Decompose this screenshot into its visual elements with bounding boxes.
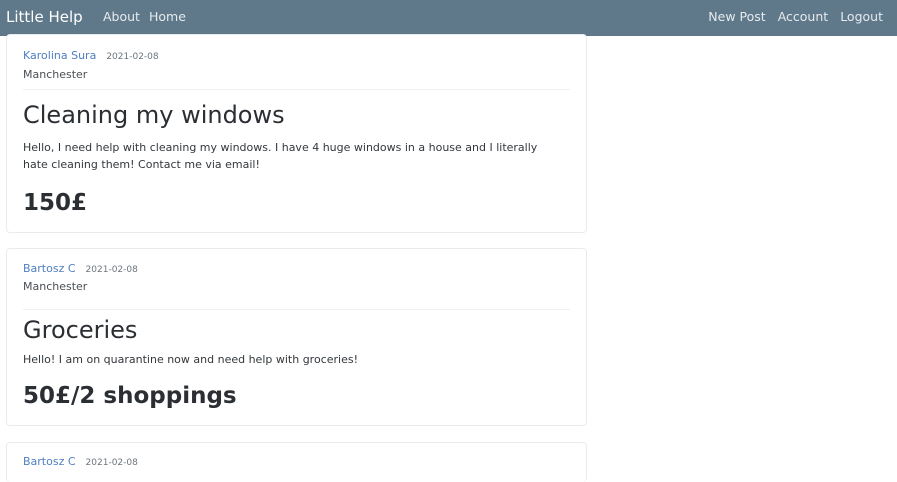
post-meta: Bartosz C 2021-02-08 <box>23 455 138 468</box>
nav-logout-link[interactable]: Logout <box>840 9 883 25</box>
post-content: Hello, I need help with cleaning my wind… <box>23 141 538 171</box>
post-meta: Bartosz C 2021-02-08 <box>23 262 138 275</box>
post-price: 150£ <box>23 190 88 216</box>
post-content: Hello! I am on quarantine now and need h… <box>23 353 358 366</box>
post-location: Manchester <box>23 68 88 81</box>
post-meta: Karolina Sura 2021-02-08 <box>23 49 159 62</box>
nav-left-links: About Home <box>103 9 186 25</box>
nav-account-link[interactable]: Account <box>778 9 828 25</box>
post-date: 2021-02-08 <box>85 458 138 468</box>
nav-home-link[interactable]: Home <box>149 9 186 25</box>
post-location: Manchester <box>23 280 88 293</box>
post-author-link[interactable]: Karolina Sura <box>23 49 96 62</box>
post-card: Bartosz C 2021-02-08 <box>6 442 587 482</box>
post-date: 2021-02-08 <box>85 265 138 275</box>
nav-new-post-link[interactable]: New Post <box>708 9 765 25</box>
post-divider <box>23 89 570 90</box>
post-divider <box>23 309 570 310</box>
nav-about-link[interactable]: About <box>103 9 140 25</box>
nav-right-links: New Post Account Logout <box>708 9 883 25</box>
post-author-link[interactable]: Bartosz C <box>23 455 76 468</box>
post-date: 2021-02-08 <box>106 52 159 62</box>
brand-logo-link[interactable]: Little Help <box>6 7 83 27</box>
post-card: Bartosz C 2021-02-08 Manchester Grocerie… <box>6 248 587 426</box>
post-price: 50£/2 shoppings <box>23 383 237 409</box>
top-navbar: Little Help About Home New Post Account … <box>0 0 897 36</box>
post-card: Karolina Sura 2021-02-08 Manchester Clea… <box>6 34 587 233</box>
post-author-link[interactable]: Bartosz C <box>23 262 76 275</box>
post-title-link[interactable]: Groceries <box>23 316 137 344</box>
post-title-link[interactable]: Cleaning my windows <box>23 101 285 129</box>
